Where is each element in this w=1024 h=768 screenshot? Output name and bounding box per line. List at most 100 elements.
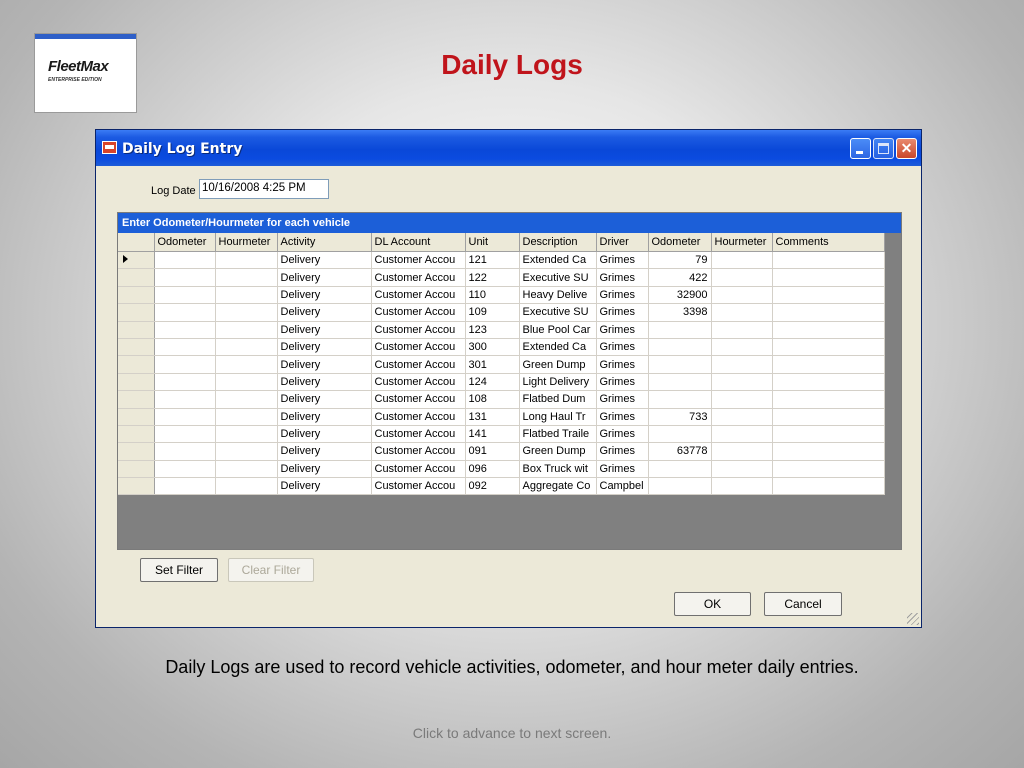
unit-cell[interactable]: 096 xyxy=(465,460,520,479)
table-row[interactable]: Delivery Customer Accou 096 Box Truck wit Gr… xyxy=(118,460,885,479)
odometer-cell[interactable] xyxy=(648,321,712,339)
odometer-entry-cell[interactable] xyxy=(154,373,216,392)
activity-cell[interactable]: Delivery xyxy=(277,408,372,426)
activity-cell[interactable]: Delivery xyxy=(277,477,372,496)
description-cell[interactable]: Long Haul Tr xyxy=(519,408,597,426)
col-header-hourmeter-entry[interactable]: Hourmeter xyxy=(215,233,278,252)
clear-filter-button[interactable]: Clear Filter xyxy=(228,558,314,582)
table-row[interactable]: Delivery Customer Accou 301 Green Dump Grime… xyxy=(118,355,885,374)
maximize-button[interactable] xyxy=(873,138,894,159)
dl-account-cell[interactable]: Customer Accou xyxy=(371,460,466,479)
odometer-entry-cell[interactable] xyxy=(154,321,216,339)
hourmeter-entry-cell[interactable] xyxy=(215,251,278,270)
driver-cell[interactable]: Grimes xyxy=(596,286,649,305)
description-cell[interactable]: Box Truck wit xyxy=(519,460,597,479)
hourmeter-cell[interactable] xyxy=(711,251,773,270)
driver-cell[interactable]: Grimes xyxy=(596,373,649,392)
col-header-comments[interactable]: Comments xyxy=(772,233,885,252)
odometer-cell[interactable]: 79 xyxy=(648,251,712,270)
table-row[interactable]: Delivery Customer Accou 108 Flatbed Dum Grim… xyxy=(118,390,885,409)
row-selector[interactable] xyxy=(118,408,155,426)
row-selector[interactable] xyxy=(118,442,155,461)
unit-cell[interactable]: 109 xyxy=(465,303,520,322)
col-header-hourmeter[interactable]: Hourmeter xyxy=(711,233,773,252)
log-date-input[interactable]: 10/16/2008 4:25 PM xyxy=(199,179,329,199)
table-row[interactable]: Delivery Customer Accou 131 Long Haul Tr Gri… xyxy=(118,408,885,426)
activity-cell[interactable]: Delivery xyxy=(277,460,372,479)
window-titlebar[interactable]: Daily Log Entry ✕ xyxy=(96,130,921,166)
table-row[interactable]: Delivery Customer Accou 300 Extended Ca Grim… xyxy=(118,338,885,357)
odometer-entry-cell[interactable] xyxy=(154,390,216,409)
comments-cell[interactable] xyxy=(772,355,885,374)
row-selector[interactable] xyxy=(118,268,155,287)
hourmeter-cell[interactable] xyxy=(711,477,773,496)
col-header-odometer-entry[interactable]: Odometer xyxy=(154,233,216,252)
driver-cell[interactable]: Grimes xyxy=(596,338,649,357)
odometer-entry-cell[interactable] xyxy=(154,286,216,305)
minimize-button[interactable] xyxy=(850,138,871,159)
set-filter-button[interactable]: Set Filter xyxy=(140,558,218,582)
table-row[interactable]: Delivery Customer Accou 122 Executive SU Gri… xyxy=(118,268,885,287)
odometer-entry-cell[interactable] xyxy=(154,251,216,270)
odometer-entry-cell[interactable] xyxy=(154,338,216,357)
hourmeter-cell[interactable] xyxy=(711,390,773,409)
dl-account-cell[interactable]: Customer Accou xyxy=(371,373,466,392)
hourmeter-cell[interactable] xyxy=(711,303,773,322)
odometer-entry-cell[interactable] xyxy=(154,303,216,322)
description-cell[interactable]: Blue Pool Car xyxy=(519,321,597,339)
table-row[interactable]: Delivery Customer Accou 092 Aggregate Co Cam… xyxy=(118,477,885,496)
dl-account-cell[interactable]: Customer Accou xyxy=(371,477,466,496)
unit-cell[interactable]: 092 xyxy=(465,477,520,496)
hourmeter-cell[interactable] xyxy=(711,355,773,374)
activity-cell[interactable]: Delivery xyxy=(277,390,372,409)
driver-cell[interactable]: Grimes xyxy=(596,303,649,322)
row-selector[interactable] xyxy=(118,251,155,270)
unit-cell[interactable]: 108 xyxy=(465,390,520,409)
comments-cell[interactable] xyxy=(772,425,885,444)
comments-cell[interactable] xyxy=(772,408,885,426)
col-header-dl-account[interactable]: DL Account xyxy=(371,233,466,252)
col-header-unit[interactable]: Unit xyxy=(465,233,520,252)
hourmeter-entry-cell[interactable] xyxy=(215,338,278,357)
odometer-cell[interactable] xyxy=(648,390,712,409)
description-cell[interactable]: Heavy Delive xyxy=(519,286,597,305)
table-row[interactable]: Delivery Customer Accou 110 Heavy Delive Gri… xyxy=(118,286,885,305)
driver-cell[interactable]: Grimes xyxy=(596,442,649,461)
row-selector[interactable] xyxy=(118,390,155,409)
ok-button[interactable]: OK xyxy=(674,592,751,616)
hourmeter-cell[interactable] xyxy=(711,373,773,392)
table-row[interactable]: Delivery Customer Accou 121 Extended Ca Grim… xyxy=(118,251,885,270)
dl-account-cell[interactable]: Customer Accou xyxy=(371,268,466,287)
hourmeter-entry-cell[interactable] xyxy=(215,460,278,479)
dl-account-cell[interactable]: Customer Accou xyxy=(371,442,466,461)
hourmeter-cell[interactable] xyxy=(711,321,773,339)
odometer-entry-cell[interactable] xyxy=(154,355,216,374)
description-cell[interactable]: Extended Ca xyxy=(519,338,597,357)
activity-cell[interactable]: Delivery xyxy=(277,321,372,339)
col-header-description[interactable]: Description xyxy=(519,233,597,252)
odometer-entry-cell[interactable] xyxy=(154,425,216,444)
hourmeter-entry-cell[interactable] xyxy=(215,477,278,496)
unit-cell[interactable]: 141 xyxy=(465,425,520,444)
comments-cell[interactable] xyxy=(772,373,885,392)
driver-cell[interactable]: Grimes xyxy=(596,460,649,479)
description-cell[interactable]: Flatbed Traile xyxy=(519,425,597,444)
description-cell[interactable]: Executive SU xyxy=(519,303,597,322)
driver-cell[interactable]: Grimes xyxy=(596,355,649,374)
row-selector[interactable] xyxy=(118,355,155,374)
table-row[interactable]: Delivery Customer Accou 091 Green Dump Grime… xyxy=(118,442,885,461)
description-cell[interactable]: Green Dump xyxy=(519,442,597,461)
row-selector[interactable] xyxy=(118,303,155,322)
activity-cell[interactable]: Delivery xyxy=(277,286,372,305)
dl-account-cell[interactable]: Customer Accou xyxy=(371,303,466,322)
hourmeter-cell[interactable] xyxy=(711,338,773,357)
comments-cell[interactable] xyxy=(772,477,885,496)
hourmeter-cell[interactable] xyxy=(711,442,773,461)
hourmeter-entry-cell[interactable] xyxy=(215,373,278,392)
activity-cell[interactable]: Delivery xyxy=(277,303,372,322)
hourmeter-entry-cell[interactable] xyxy=(215,442,278,461)
table-row[interactable]: Delivery Customer Accou 123 Blue Pool Car Gr… xyxy=(118,321,885,339)
driver-cell[interactable]: Grimes xyxy=(596,321,649,339)
table-row[interactable]: Delivery Customer Accou 141 Flatbed Traile G… xyxy=(118,425,885,444)
description-cell[interactable]: Flatbed Dum xyxy=(519,390,597,409)
